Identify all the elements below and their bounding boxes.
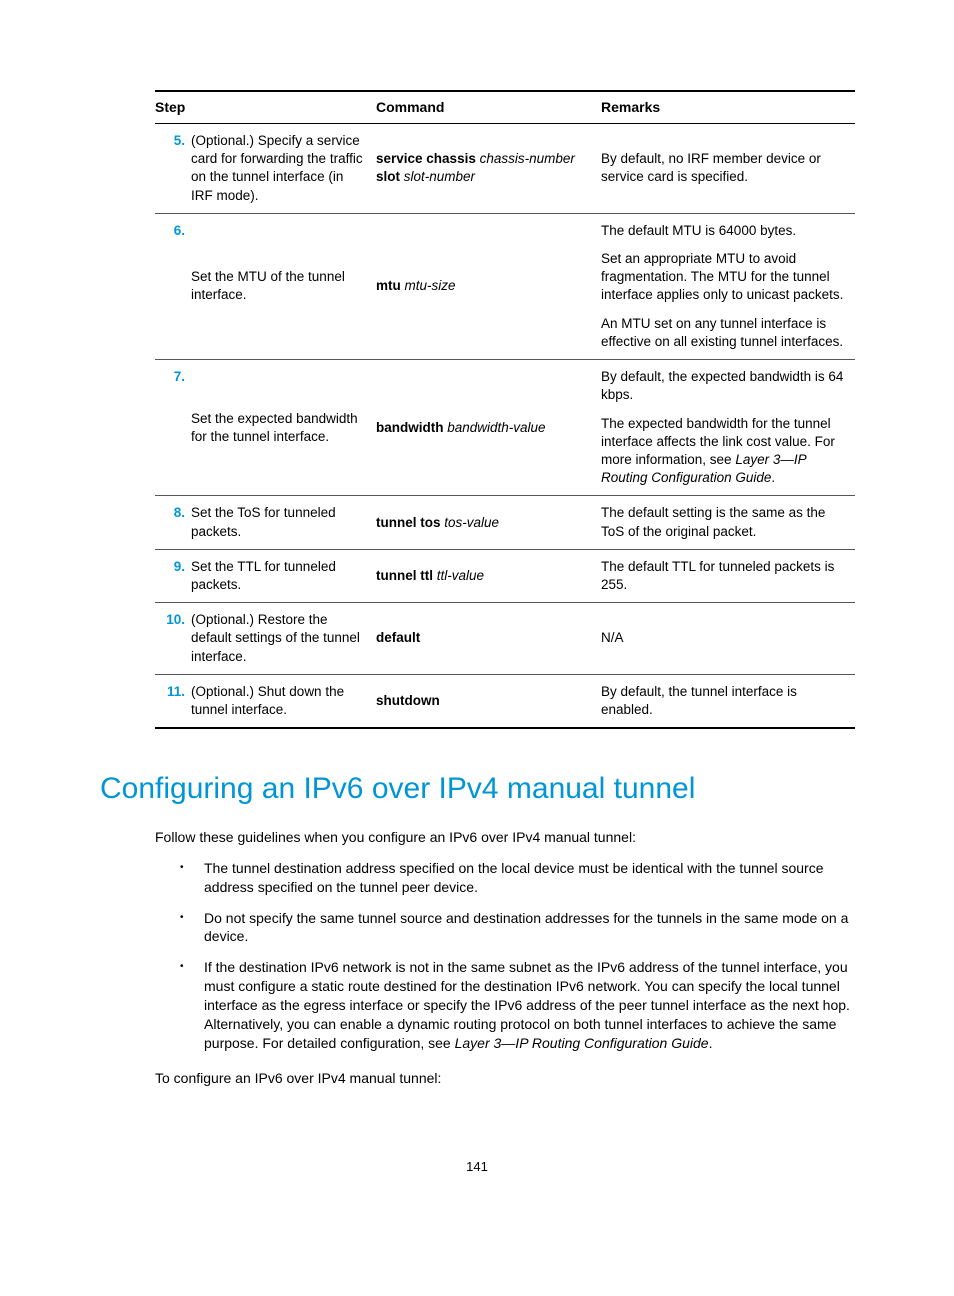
step-command: mtu mtu-size [376,213,601,359]
step-description: Set the ToS for tunneled packets. [191,496,376,549]
step-command: service chassis chassis-number slot slot… [376,123,601,213]
step-remarks: By default, the expected bandwidth is 64… [601,360,855,496]
step-description: Set the TTL for tunneled packets. [191,549,376,602]
guidelines-list: The tunnel destination address specified… [180,859,854,1053]
step-remarks: The default MTU is 64000 bytes. Set an a… [601,213,855,359]
outro-paragraph: To configure an IPv6 over IPv4 manual tu… [155,1069,854,1088]
config-steps-table: Step Command Remarks 5. (Optional.) Spec… [155,90,855,729]
step-command: tunnel tos tos-value [376,496,601,549]
step-description: (Optional.) Shut down the tunnel interfa… [191,674,376,728]
step-command: default [376,603,601,675]
step-description: (Optional.) Specify a service card for f… [191,123,376,213]
table-row: 11. (Optional.) Shut down the tunnel int… [155,674,855,728]
table-row: 5. (Optional.) Specify a service card fo… [155,123,855,213]
step-command: bandwidth bandwidth-value [376,360,601,496]
col-header-remarks: Remarks [601,91,855,123]
step-description: Set the expected bandwidth for the tunne… [191,360,376,496]
step-number: 8. [155,496,191,549]
table-row: 8. Set the ToS for tunneled packets. tun… [155,496,855,549]
table-row: 9. Set the TTL for tunneled packets. tun… [155,549,855,602]
step-command: tunnel ttl ttl-value [376,549,601,602]
step-remarks: By default, the tunnel interface is enab… [601,674,855,728]
step-number: 6. [155,213,191,359]
step-command: shutdown [376,674,601,728]
intro-paragraph: Follow these guidelines when you configu… [155,828,854,847]
step-remarks: The default TTL for tunneled packets is … [601,549,855,602]
step-number: 11. [155,674,191,728]
page-number: 141 [100,1158,854,1176]
step-number: 9. [155,549,191,602]
step-description: (Optional.) Restore the default settings… [191,603,376,675]
list-item: Do not specify the same tunnel source an… [180,909,854,947]
table-row: 7. Set the expected bandwidth for the tu… [155,360,855,496]
step-remarks: By default, no IRF member device or serv… [601,123,855,213]
col-header-step: Step [155,91,376,123]
col-header-command: Command [376,91,601,123]
list-item: If the destination IPv6 network is not i… [180,958,854,1052]
section-heading: Configuring an IPv6 over IPv4 manual tun… [100,769,854,810]
table-row: 6. Set the MTU of the tunnel interface. … [155,213,855,359]
list-item: The tunnel destination address specified… [180,859,854,897]
step-number: 5. [155,123,191,213]
table-row: 10. (Optional.) Restore the default sett… [155,603,855,675]
step-remarks: N/A [601,603,855,675]
step-number: 10. [155,603,191,675]
step-number: 7. [155,360,191,496]
step-description: Set the MTU of the tunnel interface. [191,213,376,359]
step-remarks: The default setting is the same as the T… [601,496,855,549]
